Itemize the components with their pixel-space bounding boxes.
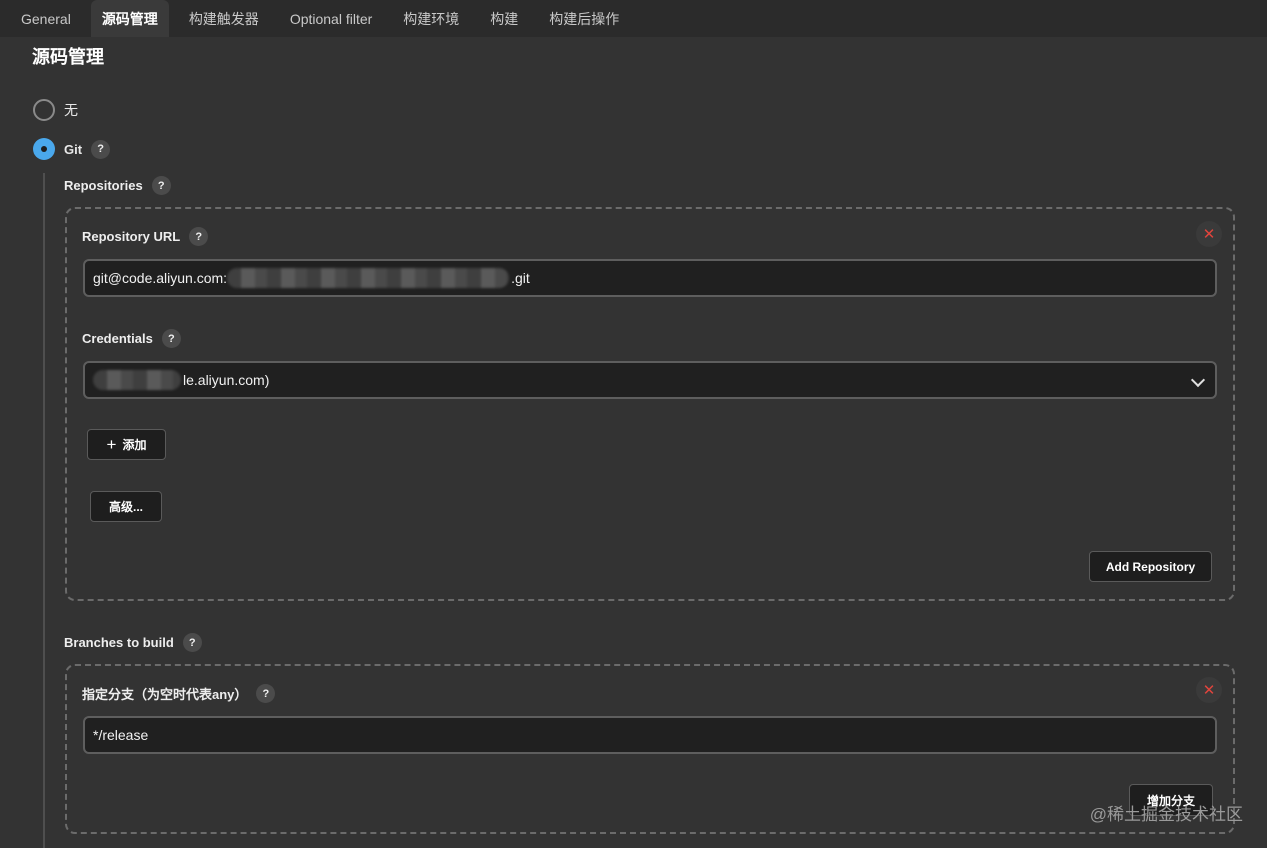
- repository-url-prefix: git@code.aliyun.com:: [93, 270, 228, 286]
- section-title: 源码管理: [32, 47, 104, 67]
- chevron-down-icon: [1190, 372, 1206, 388]
- scm-option-git[interactable]: Git ?: [33, 138, 111, 160]
- help-icon[interactable]: ?: [189, 227, 209, 246]
- branches-label: Branches to build: [64, 635, 174, 650]
- tab-bar: General 源码管理 构建触发器 Optional filter 构建环境 …: [0, 0, 1267, 37]
- repository-url-heading: Repository URL ?: [82, 227, 209, 246]
- tab-build[interactable]: 构建: [475, 0, 534, 37]
- tab-label: 构建后操作: [549, 10, 620, 27]
- radio-git[interactable]: [33, 138, 55, 160]
- tab-build-environment[interactable]: 构建环境: [388, 0, 475, 37]
- add-credentials-label: 添加: [122, 438, 147, 452]
- radio-label-none: 无: [64, 102, 78, 118]
- tab-label: Optional filter: [289, 10, 373, 27]
- tab-general[interactable]: General: [0, 0, 91, 37]
- tab-label: 构建环境: [403, 10, 460, 27]
- remove-branch-icon[interactable]: ✕: [1196, 677, 1222, 703]
- help-icon[interactable]: ?: [256, 684, 276, 703]
- help-icon[interactable]: ?: [91, 139, 111, 159]
- branch-specifier-heading: 指定分支（为空时代表any） ?: [82, 684, 276, 703]
- radio-none[interactable]: [33, 99, 55, 121]
- redacted-blur: [93, 370, 181, 390]
- credentials-label: Credentials: [82, 331, 153, 346]
- repository-url-suffix: .git: [511, 270, 530, 286]
- tab-label: 构建: [490, 10, 519, 27]
- tab-optional-filter[interactable]: Optional filter: [275, 0, 388, 37]
- add-repository-button[interactable]: Add Repository: [1089, 551, 1212, 582]
- tab-label: General: [21, 10, 71, 27]
- repositories-label: Repositories: [64, 178, 143, 193]
- watermark: @稀土掘金技术社区: [1089, 805, 1243, 824]
- branches-heading: Branches to build ?: [64, 633, 202, 652]
- plus-icon: +: [106, 434, 117, 454]
- repository-url-input[interactable]: git@code.aliyun.com: .git: [83, 259, 1217, 297]
- credentials-value: le.aliyun.com): [183, 372, 270, 388]
- add-credentials-button[interactable]: + 添加: [87, 429, 166, 460]
- tab-post-build[interactable]: 构建后操作: [534, 0, 635, 37]
- redacted-blur: [227, 268, 510, 288]
- help-icon[interactable]: ?: [182, 633, 202, 652]
- credentials-select[interactable]: le.aliyun.com): [83, 361, 1217, 399]
- repositories-heading: Repositories ?: [64, 176, 171, 195]
- scm-option-none[interactable]: 无: [33, 99, 78, 121]
- advanced-button[interactable]: 高级...: [90, 491, 162, 522]
- radio-label-git: Git: [64, 141, 83, 157]
- branch-specifier-input[interactable]: */release: [83, 716, 1217, 754]
- tab-label: 构建触发器: [188, 10, 259, 27]
- branch-specifier-label: 指定分支（为空时代表any）: [82, 687, 248, 702]
- remove-repository-icon[interactable]: ✕: [1196, 221, 1222, 247]
- tab-scm[interactable]: 源码管理: [90, 0, 169, 37]
- credentials-heading: Credentials ?: [82, 329, 181, 348]
- tab-build-triggers[interactable]: 构建触发器: [169, 0, 275, 37]
- tab-label: 源码管理: [101, 10, 158, 27]
- help-icon[interactable]: ?: [151, 176, 171, 195]
- branch-specifier-value: */release: [93, 727, 149, 743]
- help-icon[interactable]: ?: [161, 329, 181, 348]
- git-section-line: [43, 173, 45, 848]
- repository-url-label: Repository URL: [82, 229, 181, 244]
